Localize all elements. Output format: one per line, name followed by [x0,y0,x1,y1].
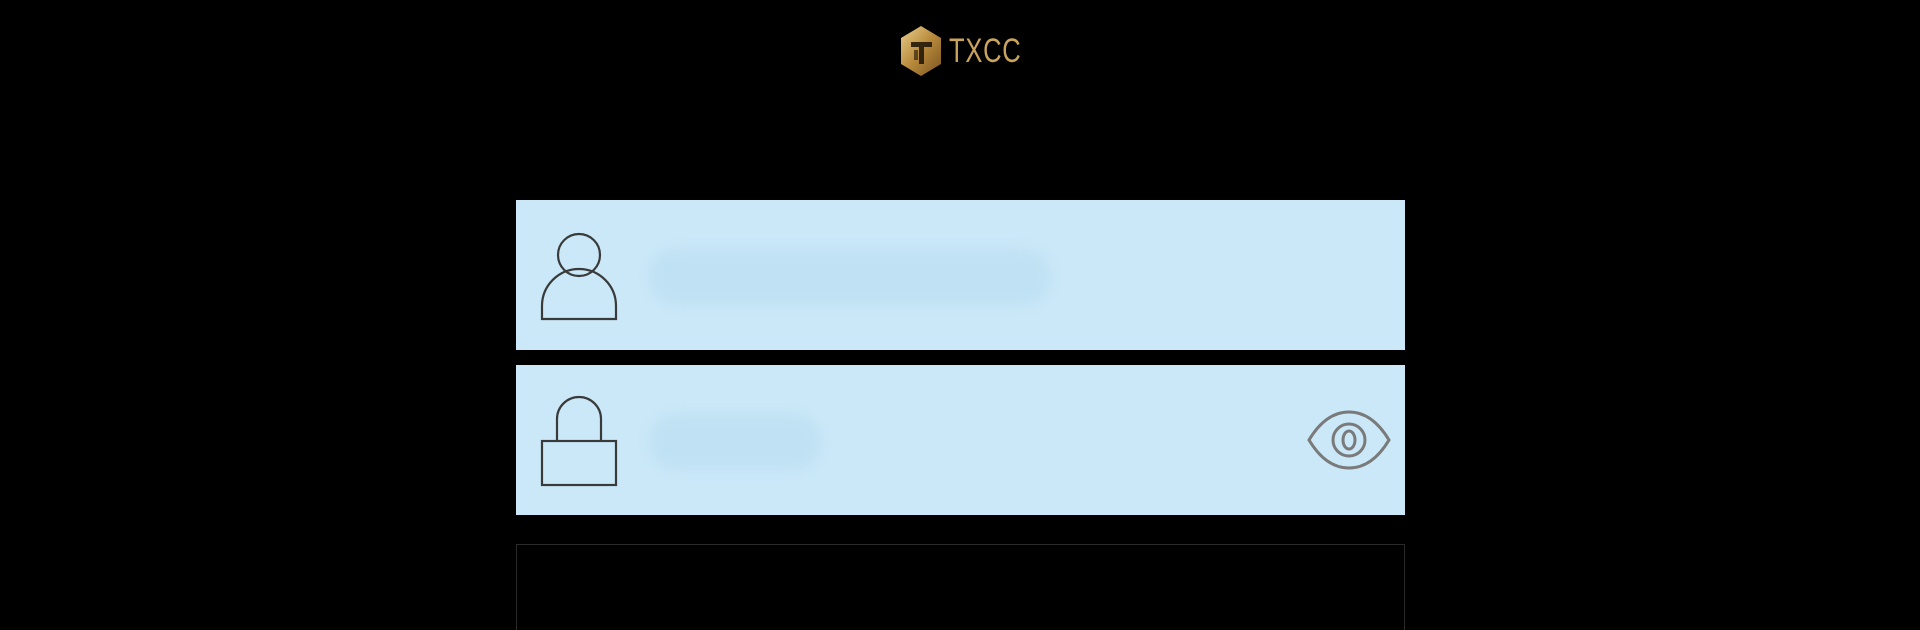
lock-icon [540,395,618,487]
eye-icon [1307,410,1391,470]
submit-button[interactable] [516,544,1405,630]
brand-name: TXCC [948,31,1022,70]
toggle-password-visibility-button[interactable] [1307,408,1391,472]
login-form [516,200,1405,515]
password-input[interactable] [650,413,1270,467]
user-icon [540,232,618,321]
username-input[interactable] [650,248,1250,302]
username-field[interactable] [516,200,1405,350]
login-page: TXCC [0,0,1920,630]
brand-header: TXCC [0,24,1920,78]
hexagon-t-logo-icon [900,26,941,76]
password-field[interactable] [516,365,1405,515]
